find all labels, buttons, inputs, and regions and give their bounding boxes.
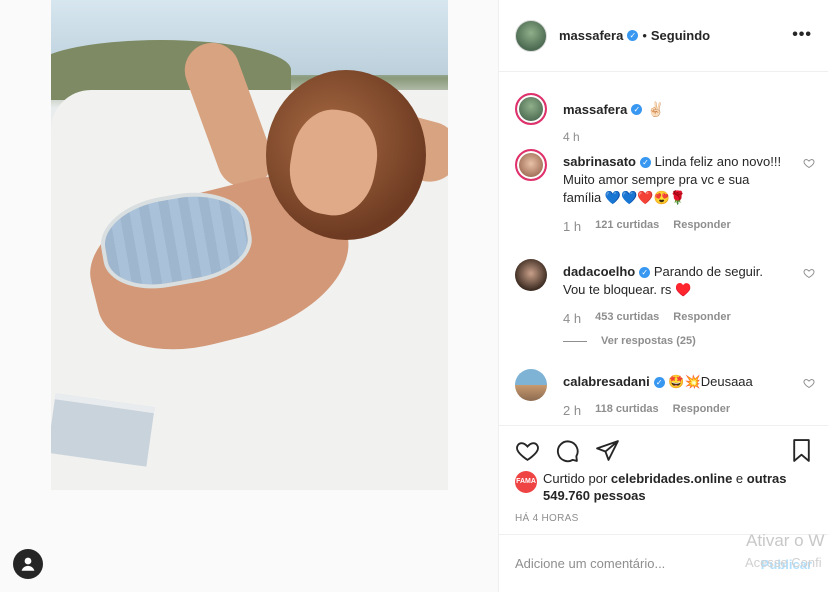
comments-list[interactable]: massafera ✓ ✌🏻 4 h sabrinasato ✓ Linda fe… xyxy=(499,73,828,425)
comment-item: dadacoelho ✓ Parando de seguir. Vou te bl… xyxy=(515,259,815,349)
user-icon xyxy=(21,557,35,571)
post-details-pane: massafera ✓ • Seguindo ••• massafera ✓ ✌… xyxy=(498,0,828,592)
commenter-avatar[interactable] xyxy=(515,149,547,181)
post-actions xyxy=(499,425,828,467)
comment-icon[interactable] xyxy=(555,438,580,463)
heart-icon[interactable] xyxy=(515,438,540,463)
post-photo[interactable] xyxy=(51,0,448,490)
comment-item: calabresadani ✓ 🤩💥Deusaaa 2 h 118 curtida… xyxy=(515,369,815,425)
reply-button[interactable]: Responder xyxy=(673,403,730,418)
replies-divider xyxy=(563,340,587,342)
caption-author-avatar[interactable] xyxy=(515,93,547,125)
likes-text: Curtido por celebridades.online e outras… xyxy=(543,470,815,504)
comment-time[interactable]: 2 h xyxy=(563,403,581,418)
verified-icon: ✓ xyxy=(653,377,665,389)
view-replies-button[interactable]: Ver respostas (25) xyxy=(563,335,696,347)
commenter-avatar[interactable] xyxy=(515,369,547,401)
more-options-icon[interactable]: ••• xyxy=(792,26,812,44)
comment-text: 🤩💥Deusaaa xyxy=(668,374,753,389)
os-activation-watermark-sub: Acesse Confi xyxy=(745,555,822,570)
like-comment-icon[interactable] xyxy=(803,377,815,389)
commenter-username[interactable]: calabresadani xyxy=(563,374,650,389)
comment-body: dadacoelho ✓ Parando de seguir. Vou te bl… xyxy=(563,263,785,299)
comment-meta: 2 h 118 curtidas Responder xyxy=(563,403,730,418)
commenter-username[interactable]: sabrinasato xyxy=(563,154,636,169)
comment-meta: 1 h 121 curtidas Responder xyxy=(563,219,731,234)
commenter-avatar[interactable] xyxy=(515,259,547,291)
reply-button[interactable]: Responder xyxy=(673,219,730,234)
caption-author-username[interactable]: massafera xyxy=(563,102,627,117)
liked-prefix: Curtido por xyxy=(543,471,611,486)
verified-icon: ✓ xyxy=(627,30,639,41)
author-info: massafera ✓ • Seguindo xyxy=(559,28,710,43)
following-button[interactable]: Seguindo xyxy=(651,28,710,43)
comment-likes[interactable]: 453 curtidas xyxy=(595,311,659,326)
share-icon[interactable] xyxy=(595,438,620,463)
bookmark-icon[interactable] xyxy=(789,438,814,463)
os-activation-watermark: Ativar o W xyxy=(746,531,825,550)
verified-icon: ✓ xyxy=(639,267,651,279)
liked-and: e xyxy=(732,471,747,486)
comment-input[interactable] xyxy=(515,556,745,571)
like-comment-icon[interactable] xyxy=(803,267,815,279)
liker-avatar[interactable]: FAMA xyxy=(515,471,537,493)
comment-body: sabrinasato ✓ Linda feliz ano novo!!! Mui… xyxy=(563,153,785,207)
post-timestamp[interactable]: HÁ 4 HORAS xyxy=(515,513,579,524)
caption: massafera ✓ ✌🏻 xyxy=(515,93,665,125)
comment-likes[interactable]: 118 curtidas xyxy=(595,403,659,418)
author-avatar[interactable] xyxy=(515,19,547,52)
verified-icon: ✓ xyxy=(639,157,651,169)
comment-body: calabresadani ✓ 🤩💥Deusaaa xyxy=(563,373,785,391)
view-replies-label[interactable]: Ver respostas (25) xyxy=(601,335,696,347)
separator-dot: • xyxy=(642,28,647,43)
like-comment-icon[interactable] xyxy=(803,157,815,169)
comment-time[interactable]: 1 h xyxy=(563,219,581,234)
comment-item: sabrinasato ✓ Linda feliz ano novo!!! Mui… xyxy=(515,149,815,239)
reply-button[interactable]: Responder xyxy=(673,311,730,326)
comment-likes[interactable]: 121 curtidas xyxy=(595,219,659,234)
user-profile-button[interactable] xyxy=(13,549,43,579)
comment-time[interactable]: 4 h xyxy=(563,311,581,326)
caption-time[interactable]: 4 h xyxy=(563,130,580,144)
likes-summary: FAMA Curtido por celebridades.online e o… xyxy=(515,470,815,504)
liker-username[interactable]: celebridades.online xyxy=(611,471,732,486)
post-media-pane xyxy=(0,0,498,592)
verified-icon: ✓ xyxy=(631,103,643,115)
post-header: massafera ✓ • Seguindo ••• xyxy=(499,0,828,72)
caption-text: ✌🏻 xyxy=(647,100,665,117)
commenter-username[interactable]: dadacoelho xyxy=(563,264,635,279)
author-username[interactable]: massafera xyxy=(559,28,623,43)
comment-meta: 4 h 453 curtidas Responder xyxy=(563,311,731,326)
